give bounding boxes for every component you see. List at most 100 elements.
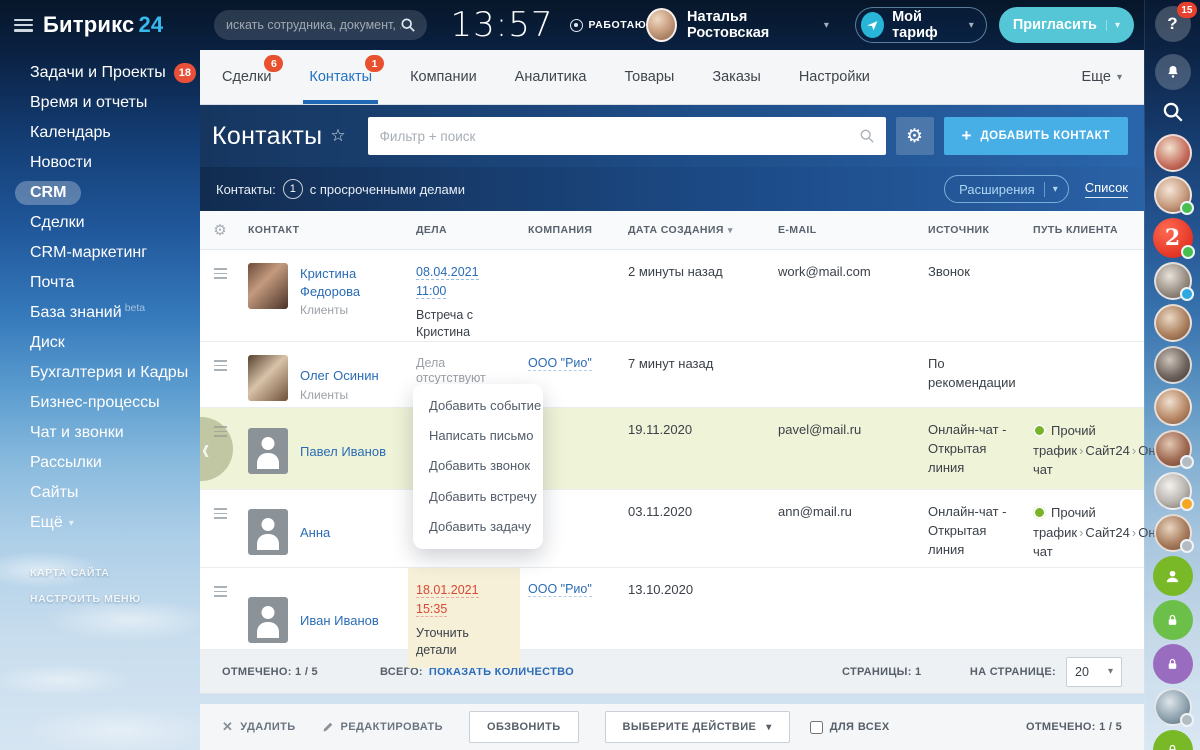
- chat-contact[interactable]: [1154, 176, 1192, 214]
- contact-placeholder-avatar[interactable]: [248, 597, 288, 643]
- global-search-input[interactable]: [226, 18, 401, 32]
- table-row[interactable]: Олег Осинин Клиенты Дела отсутствуют ООО…: [200, 342, 1144, 408]
- edit-button[interactable]: РЕДАКТИРОВАТЬ: [322, 721, 443, 733]
- invite-button[interactable]: Пригласить ▾: [999, 7, 1134, 43]
- col-created[interactable]: ДАТА СОЗДАНИЯ▾: [620, 224, 770, 236]
- delete-button[interactable]: ✕УДАЛИТЬ: [222, 719, 296, 735]
- contact-link[interactable]: Иван Иванов: [300, 612, 379, 630]
- menu-item-add-meeting[interactable]: Добавить встречу: [413, 482, 543, 512]
- sidebar-item-deals[interactable]: Сделки: [0, 208, 200, 238]
- col-activity[interactable]: ДЕЛА: [408, 224, 520, 236]
- sidebar-item-mailing[interactable]: Рассылки: [0, 448, 200, 478]
- notifications-button[interactable]: [1155, 54, 1191, 90]
- favorite-star-icon[interactable]: ☆: [330, 126, 345, 146]
- drag-handle[interactable]: [200, 490, 240, 570]
- col-email[interactable]: E-MAIL: [770, 224, 920, 236]
- checkbox[interactable]: [810, 721, 823, 734]
- contact-link[interactable]: Кристина Федорова: [300, 265, 395, 300]
- sidebar-item-crm-marketing[interactable]: CRM-маркетинг: [0, 238, 200, 268]
- settings-gear-button[interactable]: ⚙: [896, 117, 934, 155]
- tab-analytics[interactable]: Аналитика: [515, 50, 587, 104]
- contact-placeholder-avatar[interactable]: [248, 509, 288, 555]
- overdue-activity-link[interactable]: 18.01.2021 15:35: [416, 583, 479, 617]
- sidebar-item-mail[interactable]: Почта: [0, 268, 200, 298]
- chat-contact[interactable]: [1154, 514, 1192, 552]
- table-row[interactable]: Анна 03.11.2020 ann@mail.ru Онлайн-чат -…: [200, 490, 1144, 568]
- private-chat[interactable]: [1153, 600, 1193, 640]
- drag-handle[interactable]: [200, 342, 240, 410]
- choose-action-dropdown[interactable]: ВЫБЕРИТЕ ДЕЙСТВИЕ▾: [605, 711, 790, 743]
- contact-link[interactable]: Павел Иванов: [300, 443, 386, 461]
- table-row[interactable]: Кристина Федорова Клиенты 08.04.2021 11:…: [200, 250, 1144, 342]
- contact-placeholder-avatar[interactable]: [248, 428, 288, 474]
- company-link[interactable]: ООО "Рио": [528, 356, 592, 371]
- sidebar-item-accounting[interactable]: Бухгалтерия и Кадры: [0, 358, 200, 388]
- column-settings-gear-icon[interactable]: ⚙: [200, 221, 240, 239]
- work-status[interactable]: РАБОТАЮ: [570, 19, 647, 32]
- menu-item-write-letter[interactable]: Написать письмо: [413, 421, 543, 451]
- contact-photo[interactable]: [248, 355, 288, 401]
- chat-contact[interactable]: [1154, 688, 1192, 726]
- group-chat[interactable]: [1153, 556, 1193, 596]
- user-menu[interactable]: Наталья Ростовская ▾: [646, 8, 829, 42]
- chat-contact[interactable]: [1154, 262, 1192, 300]
- contact-photo[interactable]: [248, 263, 288, 309]
- tab-more[interactable]: Еще▾: [1081, 50, 1122, 104]
- menu-item-add-event[interactable]: Добавить событие: [413, 391, 543, 421]
- sidebar-item-calendar[interactable]: Календарь: [0, 118, 200, 148]
- chat-contact[interactable]: [1154, 430, 1192, 468]
- sidebar-item-more[interactable]: Ещё▾: [0, 508, 200, 538]
- chat-contact[interactable]: [1154, 134, 1192, 172]
- col-source[interactable]: ИСТОЧНИК: [920, 224, 1025, 236]
- company-link[interactable]: ООО "Рио": [528, 582, 592, 597]
- drag-handle[interactable]: [200, 568, 240, 668]
- chat-contact[interactable]: [1154, 346, 1192, 384]
- add-contact-button[interactable]: + ДОБАВИТЬ КОНТАКТ: [944, 117, 1128, 155]
- chat-contact[interactable]: [1154, 304, 1192, 342]
- rail-search-button[interactable]: [1163, 102, 1183, 122]
- sitemap-link[interactable]: КАРТА САЙТА: [0, 560, 200, 586]
- tab-deals[interactable]: Сделки6: [222, 50, 271, 104]
- logo[interactable]: Битрикс24: [43, 12, 163, 38]
- contact-link[interactable]: Олег Осинин: [300, 367, 379, 385]
- hamburger-icon[interactable]: [14, 19, 33, 32]
- chat-contact[interactable]: [1154, 472, 1192, 510]
- filter-search-input[interactable]: [380, 129, 860, 144]
- tariff-button[interactable]: Мой тариф ▾: [855, 7, 987, 43]
- work-clock[interactable]: 13:57: [451, 5, 554, 45]
- col-contact[interactable]: КОНТАКТ: [240, 224, 408, 236]
- sidebar-item-tasks[interactable]: Задачи и Проекты18: [0, 58, 200, 88]
- menu-item-add-call[interactable]: Добавить звонок: [413, 451, 543, 481]
- filter-search[interactable]: [368, 117, 886, 155]
- table-row[interactable]: Иван Иванов 18.01.2021 15:35 Уточнить де…: [200, 568, 1144, 650]
- sidebar-item-sites[interactable]: Сайты: [0, 478, 200, 508]
- overdue-count-badge[interactable]: 1: [283, 179, 303, 199]
- tab-companies[interactable]: Компании: [410, 50, 477, 104]
- sidebar-item-disk[interactable]: Диск: [0, 328, 200, 358]
- contact-link[interactable]: Анна: [300, 524, 330, 542]
- sidebar-item-knowledge[interactable]: База знанийbeta: [0, 298, 200, 328]
- menu-item-add-task[interactable]: Добавить задачу: [413, 512, 543, 542]
- chat-contact[interactable]: [1154, 388, 1192, 426]
- sidebar-item-crm[interactable]: CRM: [0, 178, 200, 208]
- extensions-button[interactable]: Расширения ▾: [944, 175, 1069, 203]
- tab-contacts[interactable]: Контакты1: [309, 50, 372, 104]
- table-row-highlighted[interactable]: Павел Иванов 19.11.2020 pavel@mail.ru Он…: [200, 408, 1144, 490]
- help-button[interactable]: ? 15: [1155, 6, 1191, 42]
- chat-channel[interactable]: 2: [1153, 218, 1193, 258]
- col-path[interactable]: ПУТЬ КЛИЕНТА: [1025, 224, 1144, 236]
- sidebar-item-news[interactable]: Новости: [0, 148, 200, 178]
- tab-products[interactable]: Товары: [624, 50, 674, 104]
- tab-orders[interactable]: Заказы: [712, 50, 760, 104]
- private-chat[interactable]: [1153, 644, 1193, 684]
- view-toggle-list[interactable]: Список: [1085, 180, 1128, 198]
- private-chat[interactable]: [1153, 730, 1193, 750]
- sidebar-item-time[interactable]: Время и отчеты: [0, 88, 200, 118]
- configure-menu-link[interactable]: НАСТРОИТЬ МЕНЮ: [0, 586, 200, 612]
- sidebar-item-bizproc[interactable]: Бизнес-процессы: [0, 388, 200, 418]
- tab-settings[interactable]: Настройки: [799, 50, 870, 104]
- for-all-checkbox[interactable]: ДЛЯ ВСЕХ: [810, 721, 890, 734]
- col-company[interactable]: КОМПАНИЯ: [520, 224, 620, 236]
- activity-link[interactable]: 08.04.2021 11:00: [416, 265, 479, 299]
- call-button[interactable]: ОБЗВОНИТЬ: [469, 711, 579, 743]
